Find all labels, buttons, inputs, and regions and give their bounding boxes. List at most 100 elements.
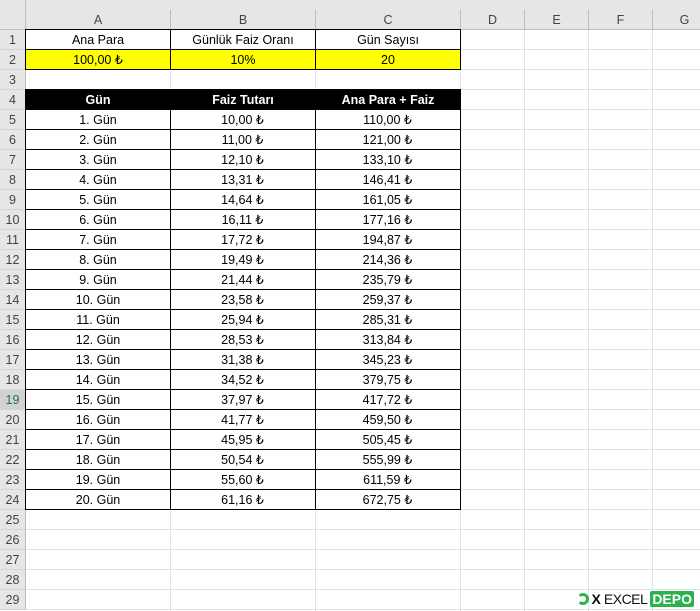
table-cell[interactable]: 611,59 ₺ bbox=[315, 470, 461, 490]
row-header-21[interactable]: 21 bbox=[0, 430, 26, 450]
table-cell[interactable]: 5. Gün bbox=[25, 190, 171, 210]
table-cell[interactable]: 10. Gün bbox=[25, 290, 171, 310]
row-header-20[interactable]: 20 bbox=[0, 410, 26, 430]
table-cell[interactable]: 6. Gün bbox=[25, 210, 171, 230]
row-header-11[interactable]: 11 bbox=[0, 230, 26, 250]
table-cell[interactable]: 121,00 ₺ bbox=[315, 130, 461, 150]
row-header-5[interactable]: 5 bbox=[0, 110, 26, 130]
row-header-17[interactable]: 17 bbox=[0, 350, 26, 370]
table-cell[interactable]: 505,45 ₺ bbox=[315, 430, 461, 450]
row-header-16[interactable]: 16 bbox=[0, 330, 26, 350]
row-header-29[interactable]: 29 bbox=[0, 590, 26, 610]
input-value-cell[interactable]: 10% bbox=[170, 49, 316, 70]
table-cell[interactable]: 37,97 ₺ bbox=[170, 390, 316, 410]
row-header-9[interactable]: 9 bbox=[0, 190, 26, 210]
input-header-cell[interactable]: Gün Sayısı bbox=[315, 29, 461, 50]
table-cell[interactable]: 1. Gün bbox=[25, 110, 171, 130]
table-cell[interactable]: 28,53 ₺ bbox=[170, 330, 316, 350]
row-header-12[interactable]: 12 bbox=[0, 250, 26, 270]
column-header-c[interactable]: C bbox=[316, 10, 461, 30]
column-header-b[interactable]: B bbox=[171, 10, 316, 30]
table-cell[interactable]: 2. Gün bbox=[25, 130, 171, 150]
table-cell[interactable]: 19. Gün bbox=[25, 470, 171, 490]
table-cell[interactable]: 259,37 ₺ bbox=[315, 290, 461, 310]
table-cell[interactable]: 12. Gün bbox=[25, 330, 171, 350]
column-header-d[interactable]: D bbox=[461, 10, 525, 30]
row-header-6[interactable]: 6 bbox=[0, 130, 26, 150]
table-cell[interactable]: 16,11 ₺ bbox=[170, 210, 316, 230]
table-cell[interactable]: 41,77 ₺ bbox=[170, 410, 316, 430]
table-cell[interactable]: 31,38 ₺ bbox=[170, 350, 316, 370]
table-cell[interactable]: 15. Gün bbox=[25, 390, 171, 410]
table-cell[interactable]: 4. Gün bbox=[25, 170, 171, 190]
input-value-cell[interactable]: 20 bbox=[315, 49, 461, 70]
column-header-g[interactable]: G bbox=[653, 10, 700, 30]
table-cell[interactable]: 10,00 ₺ bbox=[170, 110, 316, 130]
table-cell[interactable]: 17. Gün bbox=[25, 430, 171, 450]
table-cell[interactable]: 18. Gün bbox=[25, 450, 171, 470]
column-header-a[interactable]: A bbox=[26, 10, 171, 30]
row-header-19[interactable]: 19 bbox=[0, 390, 26, 410]
row-header-22[interactable]: 22 bbox=[0, 450, 26, 470]
row-header-18[interactable]: 18 bbox=[0, 370, 26, 390]
table-cell[interactable]: 20. Gün bbox=[25, 490, 171, 510]
table-cell[interactable]: 16. Gün bbox=[25, 410, 171, 430]
table-cell[interactable]: 50,54 ₺ bbox=[170, 450, 316, 470]
table-cell[interactable]: 214,36 ₺ bbox=[315, 250, 461, 270]
table-cell[interactable]: 17,72 ₺ bbox=[170, 230, 316, 250]
row-header-2[interactable]: 2 bbox=[0, 50, 26, 70]
table-cell[interactable]: 194,87 ₺ bbox=[315, 230, 461, 250]
table-cell[interactable]: 34,52 ₺ bbox=[170, 370, 316, 390]
table-cell[interactable]: 417,72 ₺ bbox=[315, 390, 461, 410]
row-header-14[interactable]: 14 bbox=[0, 290, 26, 310]
row-header-3[interactable]: 3 bbox=[0, 70, 26, 90]
table-cell[interactable]: 25,94 ₺ bbox=[170, 310, 316, 330]
table-cell[interactable]: 285,31 ₺ bbox=[315, 310, 461, 330]
table-cell[interactable]: 459,50 ₺ bbox=[315, 410, 461, 430]
table-cell[interactable]: 313,84 ₺ bbox=[315, 330, 461, 350]
table-cell[interactable]: 13. Gün bbox=[25, 350, 171, 370]
row-header-23[interactable]: 23 bbox=[0, 470, 26, 490]
row-header-28[interactable]: 28 bbox=[0, 570, 26, 590]
table-cell[interactable]: 8. Gün bbox=[25, 250, 171, 270]
row-header-15[interactable]: 15 bbox=[0, 310, 26, 330]
table-header-cell[interactable]: Ana Para + Faiz bbox=[315, 89, 461, 110]
row-header-25[interactable]: 25 bbox=[0, 510, 26, 530]
row-header-8[interactable]: 8 bbox=[0, 170, 26, 190]
row-header-7[interactable]: 7 bbox=[0, 150, 26, 170]
input-header-cell[interactable]: Ana Para bbox=[25, 29, 171, 50]
select-all-corner[interactable] bbox=[0, 0, 26, 30]
table-cell[interactable]: 177,16 ₺ bbox=[315, 210, 461, 230]
table-cell[interactable]: 379,75 ₺ bbox=[315, 370, 461, 390]
table-cell[interactable]: 235,79 ₺ bbox=[315, 270, 461, 290]
table-cell[interactable]: 3. Gün bbox=[25, 150, 171, 170]
input-header-cell[interactable]: Günlük Faiz Oranı bbox=[170, 29, 316, 50]
row-header-10[interactable]: 10 bbox=[0, 210, 26, 230]
row-header-13[interactable]: 13 bbox=[0, 270, 26, 290]
table-cell[interactable]: 345,23 ₺ bbox=[315, 350, 461, 370]
table-cell[interactable]: 23,58 ₺ bbox=[170, 290, 316, 310]
table-cell[interactable]: 161,05 ₺ bbox=[315, 190, 461, 210]
row-header-4[interactable]: 4 bbox=[0, 90, 26, 110]
table-cell[interactable]: 45,95 ₺ bbox=[170, 430, 316, 450]
table-cell[interactable]: 133,10 ₺ bbox=[315, 150, 461, 170]
table-cell[interactable]: 555,99 ₺ bbox=[315, 450, 461, 470]
column-header-f[interactable]: F bbox=[589, 10, 653, 30]
table-cell[interactable]: 13,31 ₺ bbox=[170, 170, 316, 190]
table-cell[interactable]: 14,64 ₺ bbox=[170, 190, 316, 210]
table-cell[interactable]: 11. Gün bbox=[25, 310, 171, 330]
input-value-cell[interactable]: 100,00 ₺ bbox=[25, 49, 171, 70]
table-cell[interactable]: 110,00 ₺ bbox=[315, 110, 461, 130]
row-header-1[interactable]: 1 bbox=[0, 30, 26, 50]
table-cell[interactable]: 9. Gün bbox=[25, 270, 171, 290]
table-header-cell[interactable]: Faiz Tutarı bbox=[170, 89, 316, 110]
row-header-27[interactable]: 27 bbox=[0, 550, 26, 570]
table-header-cell[interactable]: Gün bbox=[25, 89, 171, 110]
table-cell[interactable]: 7. Gün bbox=[25, 230, 171, 250]
table-cell[interactable]: 672,75 ₺ bbox=[315, 490, 461, 510]
table-cell[interactable]: 146,41 ₺ bbox=[315, 170, 461, 190]
row-header-26[interactable]: 26 bbox=[0, 530, 26, 550]
table-cell[interactable]: 21,44 ₺ bbox=[170, 270, 316, 290]
table-cell[interactable]: 55,60 ₺ bbox=[170, 470, 316, 490]
table-cell[interactable]: 11,00 ₺ bbox=[170, 130, 316, 150]
